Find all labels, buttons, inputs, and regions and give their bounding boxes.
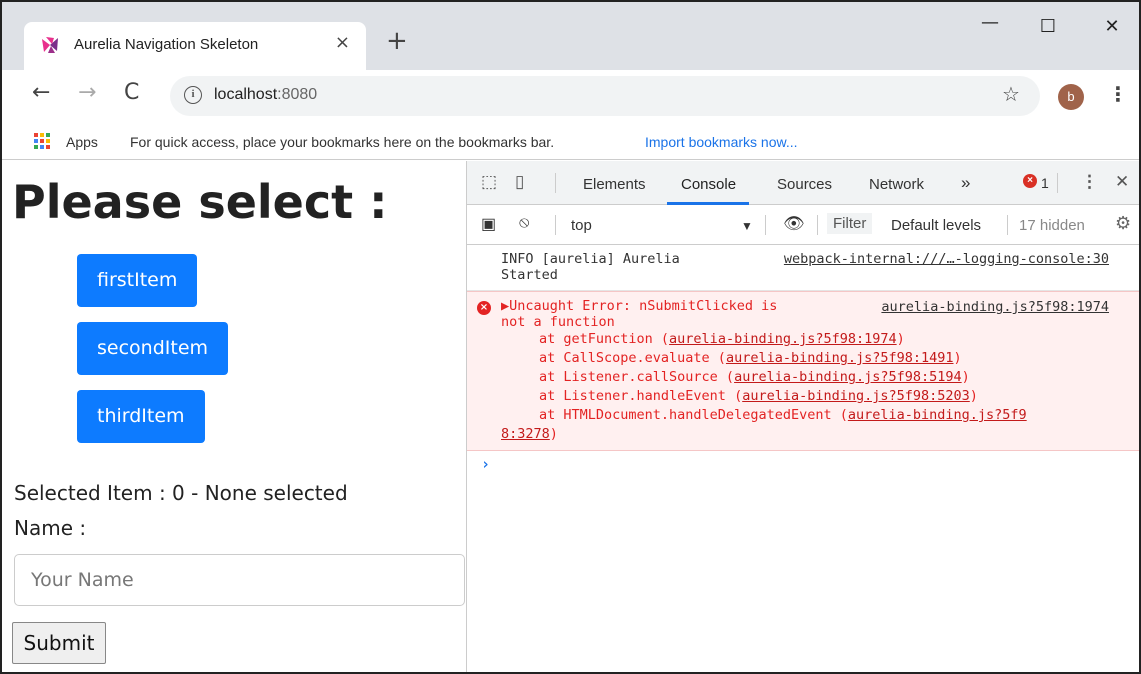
error-icon: ×	[477, 301, 491, 315]
apps-grid-icon[interactable]	[34, 133, 50, 149]
browser-tab[interactable]: Aurelia Navigation Skeleton ×	[24, 22, 366, 70]
console-error-message: × ▶Uncaught Error: nSubmitClicked is not…	[467, 291, 1139, 451]
first-item-button[interactable]: firstItem	[77, 254, 198, 307]
address-bar[interactable]: i localhost:8080	[170, 76, 1040, 116]
second-item-button[interactable]: secondItem	[77, 322, 229, 375]
tab-network[interactable]: Network	[869, 176, 924, 193]
console-filter-input[interactable]: Filter	[827, 213, 873, 234]
maximize-button[interactable]: ☐	[1028, 16, 1068, 46]
import-bookmarks-link[interactable]: Import bookmarks now...	[645, 134, 798, 150]
profile-avatar[interactable]: b	[1058, 84, 1084, 110]
submit-button[interactable]: Submit	[12, 622, 106, 664]
more-tabs-icon[interactable]: »	[961, 173, 970, 193]
selected-item-status: Selected Item : 0 - None selected	[14, 481, 348, 505]
tab-title: Aurelia Navigation Skeleton	[74, 36, 259, 53]
info-icon[interactable]: i	[184, 86, 202, 104]
stack-line: at Listener.callSource (aurelia-binding.…	[539, 369, 970, 385]
stack-line: at HTMLDocument.handleDelegatedEvent (au…	[539, 407, 1027, 423]
back-arrow-icon[interactable]: ←	[32, 80, 50, 105]
tab-sources[interactable]: Sources	[777, 176, 832, 193]
context-dropdown-icon[interactable]: ▼	[741, 219, 753, 233]
info-source-link[interactable]: webpack-internal:///…-logging-console:30	[784, 251, 1109, 267]
name-label: Name :	[14, 516, 87, 540]
devtools-close-icon[interactable]: ✕	[1115, 172, 1129, 192]
navigation-bar: ← → C i localhost:8080 ☆ b ⋮	[2, 70, 1139, 122]
third-item-button[interactable]: thirdItem	[77, 390, 205, 443]
minimize-button[interactable]: —	[970, 12, 1010, 42]
apps-label[interactable]: Apps	[66, 134, 98, 150]
page-title: Please select :	[12, 175, 388, 229]
name-input[interactable]: Your Name	[14, 554, 465, 606]
stack-line: 8:3278)	[501, 426, 558, 442]
error-badge-icon[interactable]: ×	[1023, 174, 1037, 188]
bookmark-star-icon[interactable]: ☆	[1002, 82, 1020, 106]
stack-line: at getFunction (aurelia-binding.js?5f98:…	[539, 331, 905, 347]
bookmarks-bar: Apps For quick access, place your bookma…	[2, 122, 1139, 160]
live-expression-eye-icon[interactable]: 👁	[783, 214, 805, 234]
console-output: INFO [aurelia] Aurelia Started webpack-i…	[467, 245, 1139, 477]
error-source-link[interactable]: aurelia-binding.js?5f98:1974	[881, 299, 1109, 315]
tab-elements[interactable]: Elements	[583, 176, 646, 193]
kebab-menu-icon[interactable]: ⋮	[1108, 82, 1128, 106]
clear-console-icon[interactable]: ⦸	[519, 214, 529, 232]
forward-arrow-icon[interactable]: →	[78, 80, 96, 105]
inspect-element-icon[interactable]: ⬚	[481, 172, 497, 192]
page-content: Please select : firstItem secondItem thi…	[2, 161, 466, 672]
bookmarks-hint: For quick access, place your bookmarks h…	[130, 134, 555, 150]
stack-link[interactable]: 8:3278	[501, 426, 550, 442]
context-selector[interactable]: top	[571, 217, 592, 234]
stack-link[interactable]: aurelia-binding.js?5f98:5194	[734, 369, 962, 385]
devtools-tab-bar: ⬚ ▯ Elements Console Sources Network » ×…	[467, 161, 1139, 205]
devtools-panel: ⬚ ▯ Elements Console Sources Network » ×…	[466, 161, 1139, 672]
stack-link[interactable]: aurelia-binding.js?5f98:1491	[726, 350, 954, 366]
tab-console[interactable]: Console	[681, 176, 736, 193]
stack-link[interactable]: aurelia-binding.js?5f98:1974	[669, 331, 897, 347]
console-toolbar: ▣ ⦸ top ▼ 👁 Filter Default levels 17 hid…	[467, 205, 1139, 245]
devtools-menu-icon[interactable]: ⋮	[1081, 172, 1098, 192]
console-prompt[interactable]: ›	[467, 451, 1139, 477]
hidden-count: 17 hidden	[1019, 217, 1085, 234]
window-close-button[interactable]: ✕	[1092, 16, 1132, 46]
new-tab-button[interactable]: +	[386, 26, 408, 56]
log-levels-dropdown[interactable]: Default levels	[891, 217, 981, 234]
stack-link[interactable]: aurelia-binding.js?5f98:5203	[742, 388, 970, 404]
browser-window: Aurelia Navigation Skeleton × + — ☐ ✕ ← …	[0, 0, 1141, 674]
stack-line: at Listener.handleEvent (aurelia-binding…	[539, 388, 978, 404]
console-info-message: INFO [aurelia] Aurelia Started webpack-i…	[467, 245, 1139, 291]
reload-icon[interactable]: C	[124, 80, 139, 105]
url-text[interactable]: localhost:8080	[214, 86, 317, 104]
sidebar-toggle-icon[interactable]: ▣	[481, 214, 496, 234]
tab-close-icon[interactable]: ×	[335, 32, 350, 53]
aurelia-logo-icon	[42, 37, 58, 53]
error-count[interactable]: 1	[1041, 175, 1049, 191]
device-toolbar-icon[interactable]: ▯	[515, 172, 524, 192]
stack-line: at CallScope.evaluate (aurelia-binding.j…	[539, 350, 962, 366]
title-bar: Aurelia Navigation Skeleton × + — ☐ ✕	[2, 2, 1139, 70]
stack-link[interactable]: aurelia-binding.js?5f9	[848, 407, 1027, 423]
console-settings-gear-icon[interactable]: ⚙	[1115, 213, 1131, 234]
